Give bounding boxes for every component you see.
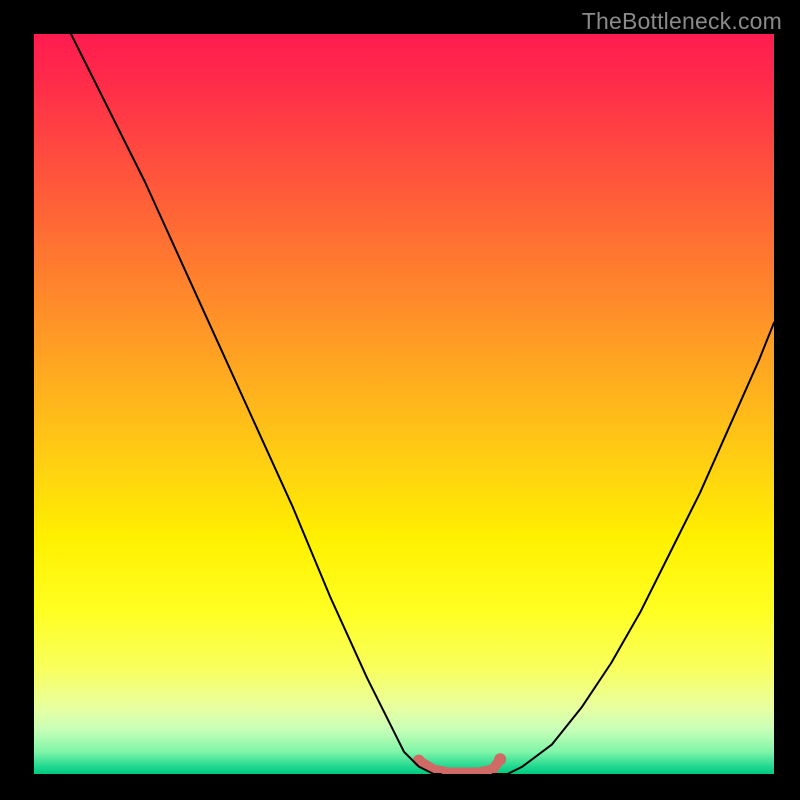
curve-overlay: [34, 34, 774, 774]
watermark-text: TheBottleneck.com: [582, 8, 782, 35]
highlight-endpoint: [494, 753, 506, 765]
series-left-curve: [71, 34, 441, 774]
series-right-curve: [493, 323, 774, 774]
chart-frame: TheBottleneck.com: [0, 0, 800, 800]
highlight-endpoint: [413, 755, 425, 767]
plot-area: [34, 34, 774, 774]
series-bottom-highlight: [419, 759, 500, 772]
